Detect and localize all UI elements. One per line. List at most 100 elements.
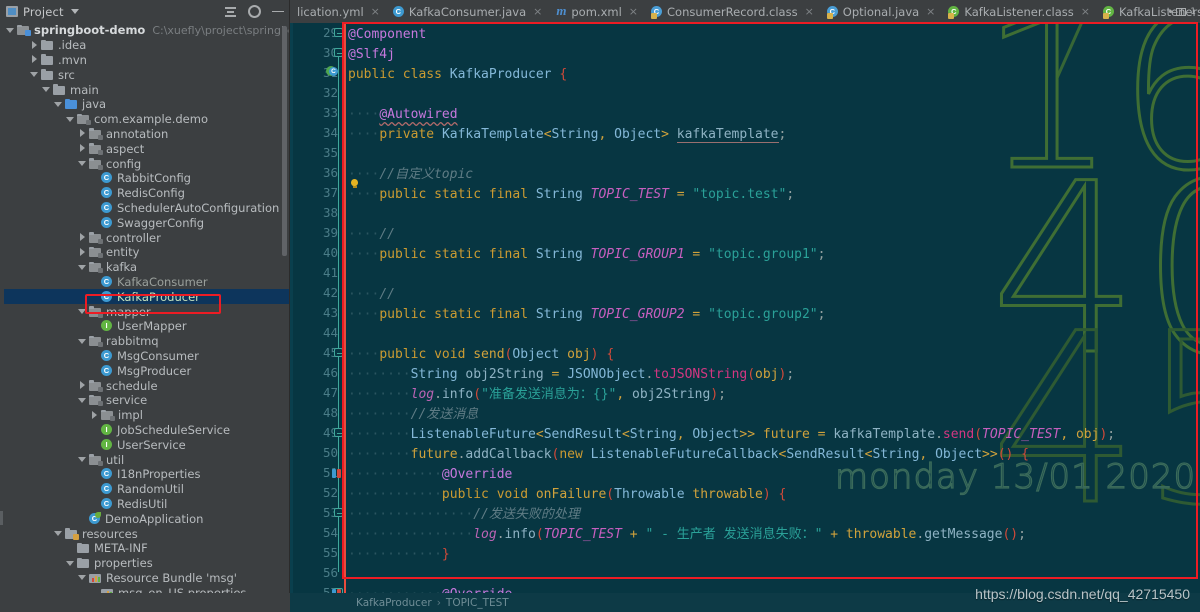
code-line[interactable]: ············@Override <box>348 585 512 593</box>
tree-row[interactable]: mapper <box>0 304 289 319</box>
tree-row[interactable]: aspect <box>0 141 289 156</box>
breadcrumb-class[interactable]: KafkaProducer <box>356 597 432 609</box>
editor-tab[interactable]: lication.yml × <box>290 0 386 23</box>
minimize-icon[interactable] <box>272 10 284 13</box>
twisty-icon[interactable] <box>54 529 63 538</box>
editor-tab-bar[interactable]: lication.yml × KafkaConsumer.java × pom.xml ×… <box>290 0 1200 23</box>
twisty-icon[interactable] <box>78 455 87 464</box>
editor-tab[interactable]: ConsumerRecord.class × <box>644 0 820 23</box>
code-line[interactable]: ····private KafkaTemplate<String, Object… <box>348 125 786 145</box>
tree-row[interactable]: src <box>0 67 289 82</box>
twisty-icon[interactable] <box>78 247 87 257</box>
code-text-area[interactable]: @Component @Slf4j public class KafkaProduc… <box>348 23 1200 593</box>
tree-row[interactable]: KafkaProducer <box>0 289 289 305</box>
project-tree[interactable]: springboot-demo C:\xuefly\project\spring… <box>0 23 289 612</box>
close-icon[interactable]: × <box>926 6 935 17</box>
code-line[interactable]: ············public void onFailure(Throwa… <box>348 485 786 505</box>
tree-row[interactable]: .mvn <box>0 53 289 68</box>
code-line[interactable]: ····public void send(Object obj) { <box>348 345 614 365</box>
code-line[interactable]: ····public static final String TOPIC_GRO… <box>348 245 825 265</box>
tree-row[interactable]: KafkaConsumer <box>0 275 289 290</box>
code-line[interactable]: public class KafkaProducer { <box>348 65 567 85</box>
tree-row[interactable]: impl <box>0 408 289 423</box>
tree-row[interactable]: entity <box>0 245 289 260</box>
tree-row[interactable]: annotation <box>0 127 289 142</box>
tree-row[interactable]: kafka <box>0 260 289 275</box>
code-line[interactable]: ············@Override <box>348 465 512 485</box>
tree-row[interactable]: Resource Bundle 'msg' <box>0 571 289 586</box>
code-editor[interactable]: 16 40 45 monday 13/01 2020 2930313233343… <box>290 23 1200 593</box>
twisty-icon[interactable] <box>90 410 99 420</box>
code-line[interactable]: @Slf4j <box>348 45 395 65</box>
tree-row[interactable]: config <box>0 156 289 171</box>
tree-row[interactable]: JobScheduleService <box>0 423 289 438</box>
split-grid-icon[interactable] <box>1176 7 1187 16</box>
editor-tab[interactable]: pom.xml × <box>548 0 644 23</box>
override-gutter-icon[interactable] <box>332 468 342 479</box>
project-title-dropdown[interactable]: Project <box>6 5 79 19</box>
tree-row[interactable]: util <box>0 452 289 467</box>
twisty-icon[interactable] <box>78 307 87 316</box>
tree-row[interactable]: RedisUtil <box>0 497 289 512</box>
code-line[interactable]: ········ListenableFuture<SendResult<Stri… <box>348 425 1115 445</box>
twisty-icon[interactable] <box>78 129 87 138</box>
tree-row[interactable]: RabbitConfig <box>0 171 289 186</box>
tree-row[interactable]: UserService <box>0 437 289 452</box>
intention-bulb-icon[interactable] <box>350 178 359 190</box>
twisty-icon[interactable] <box>78 233 87 242</box>
tree-row[interactable]: SchedulerAutoConfiguration <box>0 201 289 216</box>
code-line[interactable]: ····public static final String TOPIC_GRO… <box>348 305 825 325</box>
code-line[interactable]: ············} <box>348 545 450 565</box>
tree-row[interactable]: I18nProperties <box>0 467 289 482</box>
tree-row-root[interactable]: springboot-demo C:\xuefly\project\spring… <box>0 23 289 38</box>
code-line[interactable]: ········log.info("准备发送消息为：{}", obj2Strin… <box>348 385 726 405</box>
close-icon[interactable]: × <box>1081 6 1090 17</box>
gear-icon[interactable] <box>248 5 261 18</box>
twisty-icon[interactable] <box>78 337 87 346</box>
spring-bean-gutter-icon[interactable] <box>326 65 338 77</box>
twisty-icon[interactable] <box>66 559 75 568</box>
tree-row[interactable]: schedule <box>0 378 289 393</box>
tree-row[interactable]: controller <box>0 230 289 245</box>
twisty-icon[interactable] <box>78 159 87 168</box>
fold-marker-icon[interactable] <box>334 428 343 437</box>
code-line[interactable]: ················log.info(TOPIC_TEST + " … <box>348 525 1026 545</box>
editor-gutter[interactable]: 29 30 31 32 33 34 35 36 37 38 39 40 41 42 43 44 45 46 47 48… <box>290 23 346 593</box>
tree-row[interactable]: RedisConfig <box>0 186 289 201</box>
twisty-icon[interactable] <box>78 263 87 272</box>
tree-row[interactable]: service <box>0 393 289 408</box>
code-line[interactable]: ····@Autowired <box>348 105 458 125</box>
tree-row[interactable]: META-INF <box>0 541 289 556</box>
breadcrumb-member[interactable]: TOPIC_TEST <box>446 597 509 609</box>
editor-tab[interactable]: Optional.java × <box>820 0 942 23</box>
fold-marker-icon[interactable] <box>334 348 343 357</box>
code-line[interactable]: ····// <box>348 225 395 245</box>
tree-row[interactable]: .idea <box>0 38 289 53</box>
code-line[interactable]: @Component <box>348 25 426 45</box>
collapse-all-icon[interactable] <box>224 5 237 18</box>
tab-bar-right-controls[interactable]: 1 <box>1169 0 1196 23</box>
twisty-icon[interactable] <box>30 40 39 50</box>
close-icon[interactable]: × <box>371 6 380 17</box>
twisty-icon[interactable] <box>30 70 39 79</box>
code-line[interactable]: ····//自定义topic <box>348 165 473 185</box>
code-line[interactable]: ················//发送失败的处理 <box>348 505 580 525</box>
code-line[interactable]: ········future.addCallback(new Listenabl… <box>348 445 1029 465</box>
code-line[interactable]: ········String obj2String = JSONObject.t… <box>348 365 794 385</box>
tree-row[interactable]: properties <box>0 556 289 571</box>
editor-tab[interactable]: KafkaListener.class × <box>941 0 1096 23</box>
tree-row[interactable]: java <box>0 97 289 112</box>
twisty-icon[interactable] <box>30 55 39 64</box>
twisty-icon[interactable] <box>54 100 63 109</box>
tree-row[interactable]: MsgConsumer <box>0 349 289 364</box>
tree-row[interactable]: resources <box>0 526 289 541</box>
twisty-icon[interactable] <box>42 85 51 94</box>
close-icon[interactable]: × <box>533 6 542 17</box>
twisty-icon[interactable] <box>78 381 87 390</box>
twisty-icon[interactable] <box>78 396 87 405</box>
editor-tab[interactable]: KafkaConsumer.java × <box>386 0 549 23</box>
close-icon[interactable]: × <box>805 6 814 17</box>
tree-row[interactable]: main <box>0 82 289 97</box>
tree-row[interactable]: DemoApplication <box>0 511 289 526</box>
code-line[interactable]: ····// <box>348 285 395 305</box>
